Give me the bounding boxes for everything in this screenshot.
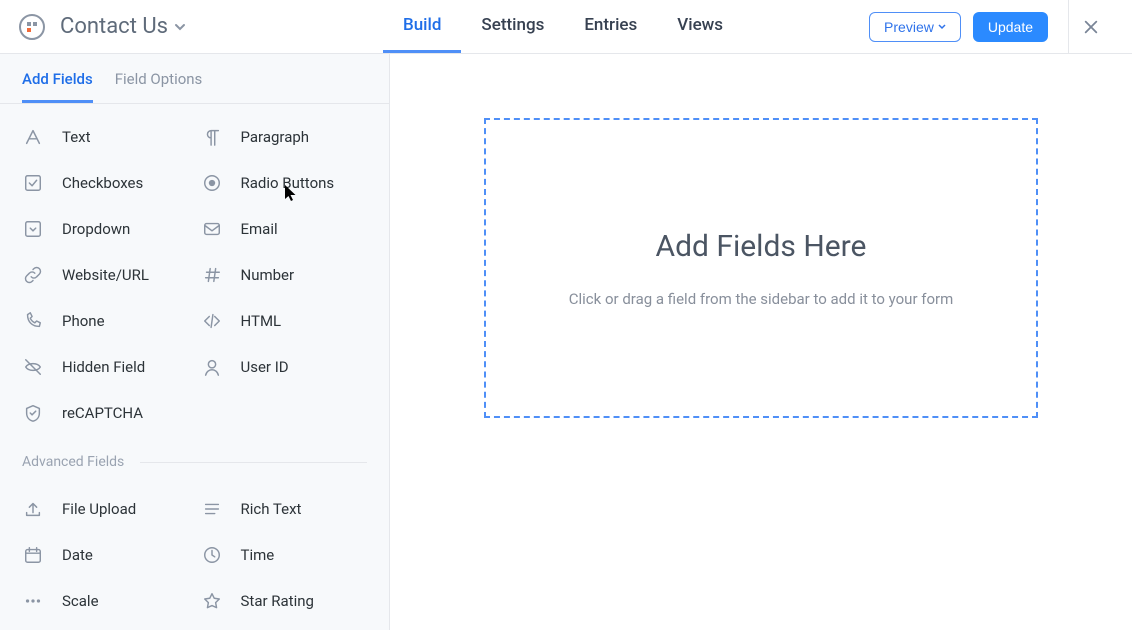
- field-item-email[interactable]: Email: [201, 218, 372, 240]
- hidden-icon: [22, 356, 44, 378]
- star-icon: [201, 590, 223, 612]
- field-item-label: HTML: [241, 312, 282, 330]
- tab-settings[interactable]: Settings: [461, 0, 564, 53]
- link-icon: [22, 264, 44, 286]
- field-item-recaptcha[interactable]: reCAPTCHA: [22, 402, 193, 424]
- field-item-label: Time: [241, 546, 275, 564]
- preview-button[interactable]: Preview: [869, 12, 961, 42]
- sidebar-tab-field-options[interactable]: Field Options: [115, 70, 203, 103]
- update-button[interactable]: Update: [973, 12, 1048, 42]
- email-icon: [201, 218, 223, 240]
- field-item-date[interactable]: Date: [22, 544, 193, 566]
- richtext-icon: [201, 498, 223, 520]
- form-canvas: Add Fields Here Click or drag a field fr…: [390, 54, 1132, 630]
- close-button[interactable]: [1068, 0, 1112, 54]
- field-item-label: Radio Buttons: [241, 174, 335, 192]
- field-item-text[interactable]: Text: [22, 126, 193, 148]
- advanced-fields-grid: File Upload Rich Text Date Time Scale Star Ra…: [0, 476, 389, 622]
- field-item-label: Star Rating: [241, 592, 314, 610]
- field-item-rich-text[interactable]: Rich Text: [201, 498, 372, 520]
- field-item-label: Phone: [62, 312, 105, 330]
- field-item-scale[interactable]: Scale: [22, 590, 193, 612]
- tab-build[interactable]: Build: [383, 0, 461, 53]
- field-item-file-upload[interactable]: File Upload: [22, 498, 193, 520]
- clock-icon: [201, 544, 223, 566]
- field-item-label: Email: [241, 220, 278, 238]
- field-item-paragraph[interactable]: Paragraph: [201, 126, 372, 148]
- field-item-star-rating[interactable]: Star Rating: [201, 590, 372, 612]
- field-item-label: Website/URL: [62, 266, 149, 284]
- field-item-label: Dropdown: [62, 220, 130, 238]
- shield-icon: [22, 402, 44, 424]
- field-item-label: Number: [241, 266, 295, 284]
- caret-down-icon: [938, 23, 946, 31]
- calendar-icon: [22, 544, 44, 566]
- sidebar-tab-add-fields[interactable]: Add Fields: [22, 70, 93, 103]
- field-item-checkboxes[interactable]: Checkboxes: [22, 172, 193, 194]
- tab-views[interactable]: Views: [657, 0, 743, 53]
- dropdown-icon: [22, 218, 44, 240]
- dropzone-subtitle: Click or drag a field from the sidebar t…: [569, 290, 954, 308]
- dropzone-title: Add Fields Here: [656, 229, 867, 264]
- radio-icon: [201, 172, 223, 194]
- field-item-dropdown[interactable]: Dropdown: [22, 218, 193, 240]
- field-item-label: Scale: [62, 592, 99, 610]
- field-item-label: Paragraph: [241, 128, 310, 146]
- main: Add Fields Field Options Text Paragraph Ch…: [0, 54, 1132, 630]
- html-icon: [201, 310, 223, 332]
- top-nav: Build Settings Entries Views: [383, 0, 743, 53]
- form-name: Contact Us: [60, 14, 168, 39]
- chevron-down-icon: [172, 19, 188, 35]
- checkbox-icon: [22, 172, 44, 194]
- field-item-label: Text: [62, 128, 91, 146]
- basic-fields-grid: Text Paragraph Checkboxes Radio Buttons Drop…: [0, 104, 389, 434]
- field-item-label: reCAPTCHA: [62, 404, 143, 422]
- field-item-label: Checkboxes: [62, 174, 143, 192]
- upload-icon: [22, 498, 44, 520]
- paragraph-icon: [201, 126, 223, 148]
- field-item-website-url[interactable]: Website/URL: [22, 264, 193, 286]
- app-logo: [18, 13, 46, 41]
- text-a-icon: [22, 126, 44, 148]
- field-item-user-id[interactable]: User ID: [201, 356, 372, 378]
- sidebar: Add Fields Field Options Text Paragraph Ch…: [0, 54, 390, 630]
- field-item-radio-buttons[interactable]: Radio Buttons: [201, 172, 372, 194]
- close-icon: [1083, 19, 1099, 35]
- app-logo-icon: [18, 13, 46, 41]
- field-item-html[interactable]: HTML: [201, 310, 372, 332]
- hash-icon: [201, 264, 223, 286]
- scale-icon: [22, 590, 44, 612]
- field-item-label: Rich Text: [241, 500, 302, 518]
- top-actions: Preview Update: [869, 0, 1112, 54]
- form-title-menu[interactable]: Contact Us: [60, 14, 188, 39]
- field-item-label: Date: [62, 546, 93, 564]
- dropzone[interactable]: Add Fields Here Click or drag a field fr…: [484, 118, 1038, 418]
- top-bar: Contact Us Build Settings Entries Views …: [0, 0, 1132, 54]
- field-item-label: File Upload: [62, 500, 136, 518]
- field-item-hidden-field[interactable]: Hidden Field: [22, 356, 193, 378]
- field-item-number[interactable]: Number: [201, 264, 372, 286]
- field-item-phone[interactable]: Phone: [22, 310, 193, 332]
- user-icon: [201, 356, 223, 378]
- field-item-label: User ID: [241, 358, 289, 376]
- phone-icon: [22, 310, 44, 332]
- field-item-time[interactable]: Time: [201, 544, 372, 566]
- sidebar-tabs: Add Fields Field Options: [0, 54, 389, 104]
- advanced-fields-label: Advanced Fields: [0, 434, 389, 476]
- tab-entries[interactable]: Entries: [564, 0, 657, 53]
- field-item-label: Hidden Field: [62, 358, 145, 376]
